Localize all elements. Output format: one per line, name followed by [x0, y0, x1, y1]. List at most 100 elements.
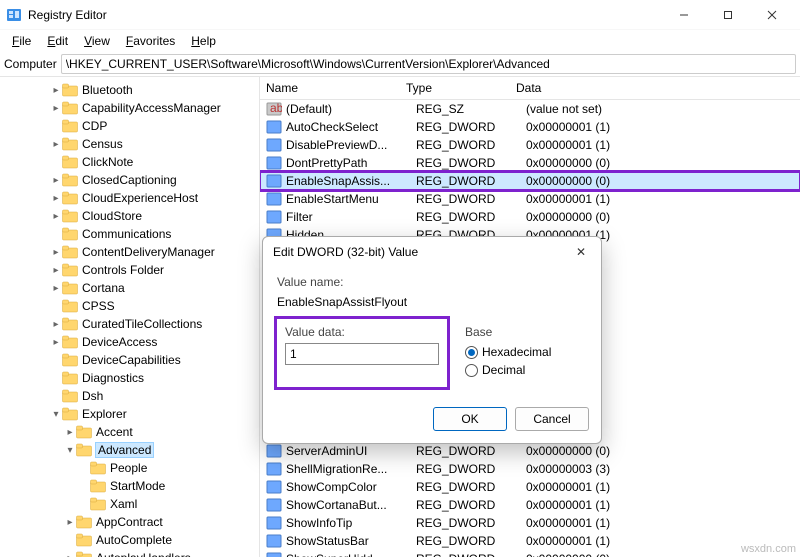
col-header-type[interactable]: Type	[400, 77, 510, 99]
value-data-input[interactable]	[285, 343, 439, 365]
cell-data: 0x00000001 (1)	[526, 192, 800, 206]
tree-item[interactable]: ▸DeviceAccess	[0, 333, 259, 351]
ok-button[interactable]: OK	[433, 407, 507, 431]
tree-item-label: CloudStore	[82, 209, 142, 223]
chevron-icon[interactable]: ▸	[64, 427, 76, 438]
chevron-icon[interactable]: ▸	[50, 283, 62, 294]
cell-type: REG_DWORD	[416, 120, 526, 134]
tree-item[interactable]: CPSS	[0, 297, 259, 315]
dword-icon	[266, 209, 282, 225]
menu-favorites[interactable]: Favorites	[118, 32, 183, 50]
list-row[interactable]: DontPrettyPathREG_DWORD0x00000000 (0)	[260, 154, 800, 172]
chevron-icon[interactable]: ▸	[50, 85, 62, 96]
dialog-titlebar[interactable]: Edit DWORD (32-bit) Value ✕	[263, 237, 601, 267]
chevron-icon[interactable]: ▸	[64, 553, 76, 557]
menu-edit[interactable]: Edit	[39, 32, 76, 50]
chevron-icon[interactable]: ▾	[50, 409, 62, 420]
chevron-icon[interactable]: ▾	[64, 445, 76, 456]
menu-help[interactable]: Help	[183, 32, 224, 50]
tree-item[interactable]: Diagnostics	[0, 369, 259, 387]
string-icon: ab	[266, 101, 282, 117]
tree-item[interactable]: Dsh	[0, 387, 259, 405]
radio-icon	[465, 346, 478, 359]
chevron-icon[interactable]: ▸	[50, 193, 62, 204]
radio-decimal[interactable]: Decimal	[465, 363, 551, 377]
col-header-name[interactable]: Name	[260, 77, 400, 99]
tree-item[interactable]: StartMode	[0, 477, 259, 495]
list-row[interactable]: ShowSuperHidd...REG_DWORD0x00000000 (0)	[260, 550, 800, 557]
tree-item[interactable]: ▸ Census	[0, 135, 259, 153]
tree-item[interactable]: ▸AppContract	[0, 513, 259, 531]
tree-item-label: AutoplayHandlers	[96, 551, 191, 557]
list-row[interactable]: ab(Default)REG_SZ(value not set)	[260, 100, 800, 118]
tree-item[interactable]: Xaml	[0, 495, 259, 513]
chevron-icon[interactable]: ▸	[50, 265, 62, 276]
tree-item[interactable]: ▸ContentDeliveryManager	[0, 243, 259, 261]
tree-item[interactable]: ▸CapabilityAccessManager	[0, 99, 259, 117]
tree-item[interactable]: Communications	[0, 225, 259, 243]
list-row[interactable]: EnableSnapAssis...REG_DWORD0x00000000 (0…	[260, 172, 800, 190]
chevron-icon[interactable]: ▸	[50, 319, 62, 330]
menu-file[interactable]: File	[4, 32, 39, 50]
tree-item[interactable]: ▾Advanced	[0, 441, 259, 459]
radio-hex-label: Hexadecimal	[482, 345, 551, 359]
tree-item[interactable]: ClickNote	[0, 153, 259, 171]
dword-icon	[266, 443, 282, 459]
tree-item[interactable]: ▸CuratedTileCollections	[0, 315, 259, 333]
tree-item[interactable]: CDP	[0, 117, 259, 135]
tree-item[interactable]: ▸ Controls Folder	[0, 261, 259, 279]
cell-data: (value not set)	[526, 102, 800, 116]
dialog-close-button[interactable]: ✕	[571, 245, 591, 259]
dword-icon	[266, 191, 282, 207]
cell-name: ShowCortanaBut...	[286, 498, 416, 512]
tree-item-label: Census	[82, 137, 123, 151]
radio-hexadecimal[interactable]: Hexadecimal	[465, 345, 551, 359]
menu-view[interactable]: View	[76, 32, 118, 50]
list-row[interactable]: AutoCheckSelectREG_DWORD0x00000001 (1)	[260, 118, 800, 136]
tree-item[interactable]: ▸Cortana	[0, 279, 259, 297]
tree-item[interactable]: ▸ CloudStore	[0, 207, 259, 225]
list-row[interactable]: ShowStatusBarREG_DWORD0x00000001 (1)	[260, 532, 800, 550]
list-row[interactable]: DisablePreviewD...REG_DWORD0x00000001 (1…	[260, 136, 800, 154]
tree-item[interactable]: DeviceCapabilities	[0, 351, 259, 369]
list-row[interactable]: EnableStartMenuREG_DWORD0x00000001 (1)	[260, 190, 800, 208]
cell-name: EnableStartMenu	[286, 192, 416, 206]
minimize-button[interactable]	[662, 1, 706, 29]
cell-data: 0x00000001 (1)	[526, 480, 800, 494]
col-header-data[interactable]: Data	[510, 77, 800, 99]
chevron-icon[interactable]: ▸	[50, 103, 62, 114]
cell-name: ShellMigrationRe...	[286, 462, 416, 476]
dword-icon	[266, 533, 282, 549]
list-row[interactable]: ShellMigrationRe...REG_DWORD0x00000003 (…	[260, 460, 800, 478]
tree-item[interactable]: ▸Bluetooth	[0, 81, 259, 99]
list-row[interactable]: FilterREG_DWORD0x00000000 (0)	[260, 208, 800, 226]
list-row[interactable]: ShowCortanaBut...REG_DWORD0x00000001 (1)	[260, 496, 800, 514]
chevron-icon[interactable]: ▸	[64, 517, 76, 528]
tree-item[interactable]: People	[0, 459, 259, 477]
cell-name: ShowStatusBar	[286, 534, 416, 548]
tree-item[interactable]: ▾Explorer	[0, 405, 259, 423]
cell-data: 0x00000000 (0)	[526, 210, 800, 224]
chevron-icon[interactable]: ▸	[50, 139, 62, 150]
tree-item-label: ClosedCaptioning	[82, 173, 177, 187]
chevron-icon[interactable]: ▸	[50, 175, 62, 186]
address-input[interactable]	[61, 54, 796, 74]
chevron-icon[interactable]: ▸	[50, 337, 62, 348]
cancel-button[interactable]: Cancel	[515, 407, 589, 431]
chevron-icon[interactable]: ▸	[50, 247, 62, 258]
tree-item[interactable]: ▸ ClosedCaptioning	[0, 171, 259, 189]
tree-view[interactable]: ▸Bluetooth▸CapabilityAccessManagerCDP ▸ Ce…	[0, 77, 260, 557]
tree-item[interactable]: ▸CloudExperienceHost	[0, 189, 259, 207]
list-row[interactable]: ServerAdminUIREG_DWORD0x00000000 (0)	[260, 442, 800, 460]
tree-item[interactable]: ▸ AutoplayHandlers	[0, 549, 259, 557]
maximize-button[interactable]	[706, 1, 750, 29]
tree-item[interactable]: ▸Accent	[0, 423, 259, 441]
tree-item[interactable]: AutoComplete	[0, 531, 259, 549]
chevron-icon[interactable]: ▸	[50, 211, 62, 222]
cell-name: ShowCompColor	[286, 480, 416, 494]
list-row[interactable]: ShowCompColorREG_DWORD0x00000001 (1)	[260, 478, 800, 496]
list-row[interactable]: ShowInfoTipREG_DWORD0x00000001 (1)	[260, 514, 800, 532]
tree-item-label: Controls Folder	[82, 263, 164, 277]
cell-type: REG_DWORD	[416, 210, 526, 224]
close-button[interactable]	[750, 1, 794, 29]
